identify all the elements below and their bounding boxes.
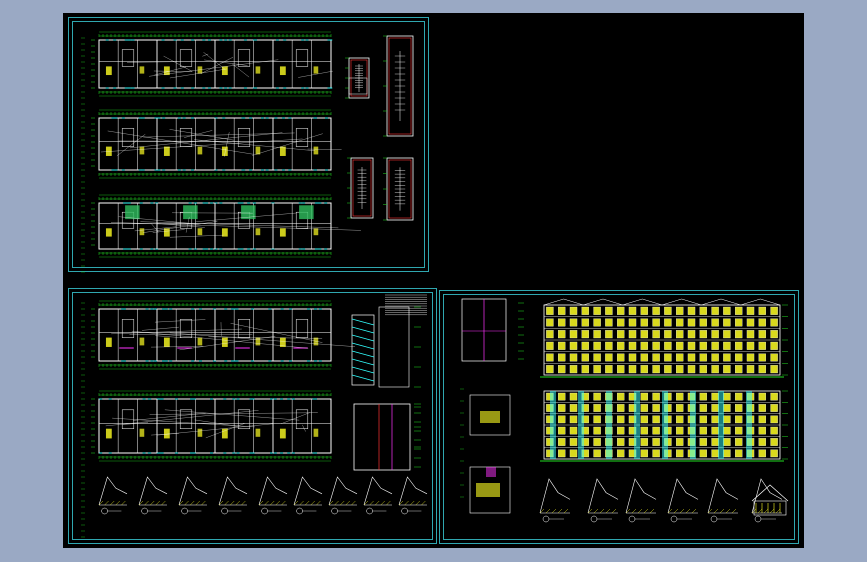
sheet-2-drawing <box>81 294 428 538</box>
drawing-sheet-2[interactable] <box>68 288 437 544</box>
drawing-canvas[interactable] <box>63 13 804 548</box>
drawing-sheet-1[interactable] <box>68 17 429 273</box>
sheet-1-drawing <box>81 31 414 273</box>
drawing-sheet-3[interactable] <box>439 290 799 544</box>
sheet-3-drawing <box>460 298 789 523</box>
